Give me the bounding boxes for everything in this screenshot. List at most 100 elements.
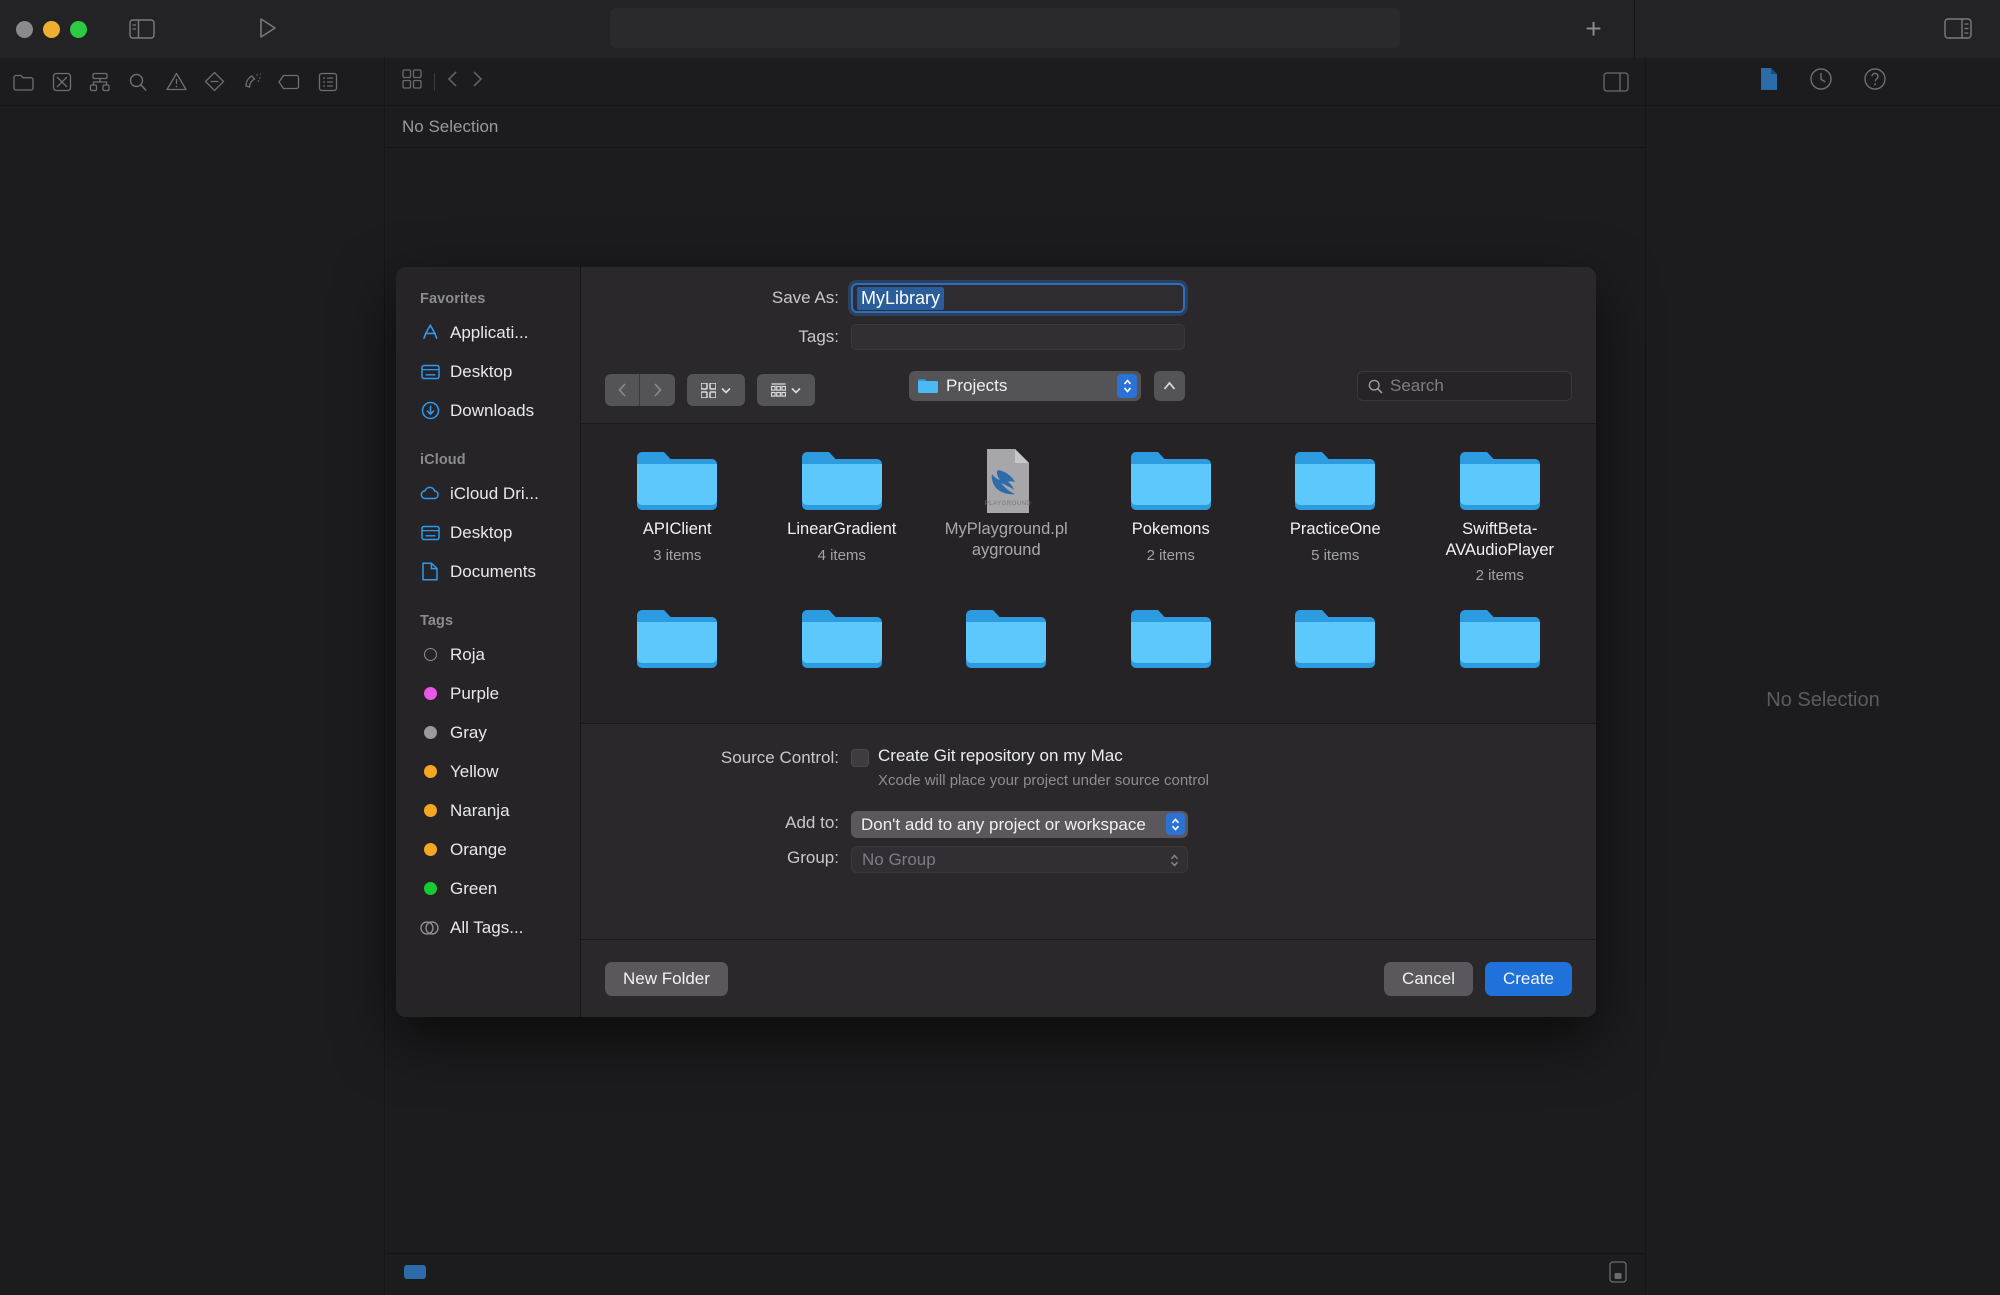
view-mode-button[interactable] — [687, 374, 745, 406]
quick-help-icon[interactable] — [1863, 67, 1887, 96]
sidebar-toggle-icon[interactable] — [129, 19, 155, 39]
sidebar-tag-purple[interactable]: Purple — [396, 674, 580, 713]
create-git-repo-checkbox[interactable] — [851, 749, 869, 767]
go-up-button[interactable] — [1154, 371, 1185, 401]
close-window-button[interactable] — [16, 20, 33, 38]
add-to-stepper[interactable] — [1166, 813, 1185, 835]
file-item[interactable]: LinearGradient 4 items — [760, 448, 925, 584]
file-item[interactable] — [1089, 606, 1254, 670]
file-browser[interactable]: APIClient 3 items LinearGradient 4 items — [581, 423, 1596, 723]
sidebar-item-downloads[interactable]: Downloads — [396, 391, 580, 430]
sidebar-tag-roja[interactable]: Roja — [396, 635, 580, 674]
all-tags-icon — [420, 918, 440, 938]
file-item[interactable]: APIClient 3 items — [595, 448, 760, 584]
sidebar-item-desktop[interactable]: Desktop — [396, 352, 580, 391]
file-item[interactable]: SwiftBeta-AVAudioPlayer 2 items — [1418, 448, 1583, 584]
file-item[interactable]: Pokemons 2 items — [1089, 448, 1254, 584]
folder-icon — [1294, 606, 1376, 670]
editor-options-icon[interactable] — [1603, 72, 1629, 97]
sidebar-item-label: Green — [450, 878, 498, 898]
file-name: SwiftBeta-AVAudioPlayer — [1445, 520, 1555, 559]
tags-row: Tags: — [581, 324, 1596, 350]
folder-icon[interactable] — [10, 69, 38, 95]
create-button[interactable]: Create — [1484, 961, 1572, 996]
add-tab-button[interactable]: + — [1553, 0, 1635, 58]
search-placeholder: Search — [1390, 376, 1444, 395]
location-popup-button[interactable]: Projects — [909, 371, 1141, 401]
dialog-accessory-options: Source Control: Create Git repository on… — [581, 723, 1596, 899]
file-item[interactable] — [924, 606, 1089, 670]
run-button[interactable] — [255, 16, 279, 40]
file-item[interactable] — [760, 606, 925, 670]
tags-input[interactable] — [851, 324, 1185, 350]
breakpoint-icon[interactable] — [276, 69, 304, 95]
downloads-icon — [420, 401, 440, 421]
group-select[interactable]: No Group — [851, 846, 1188, 873]
file-item[interactable] — [1418, 606, 1583, 670]
file-item[interactable]: PracticeOne 5 items — [1253, 448, 1418, 584]
sidebar-item-icloud-desktop[interactable]: Desktop — [396, 513, 580, 552]
inspector-panel: No Selection — [1645, 58, 2000, 1295]
debug-icon[interactable] — [238, 69, 266, 95]
sidebar-item-documents[interactable]: Documents — [396, 552, 580, 591]
location-stepper[interactable] — [1117, 374, 1137, 398]
dialog-search-field[interactable]: Search — [1357, 371, 1572, 401]
sidebar-item-applications[interactable]: Applicati... — [396, 313, 580, 352]
forward-button[interactable] — [640, 374, 675, 406]
file-name: APIClient — [642, 520, 712, 538]
report-icon[interactable] — [314, 69, 342, 95]
divider — [434, 72, 435, 91]
hierarchy-icon[interactable] — [86, 69, 114, 95]
zoom-window-button[interactable] — [70, 20, 87, 38]
save-as-row: Save As: MyLibrary — [581, 283, 1596, 313]
activity-status-bar[interactable] — [610, 8, 1400, 48]
search-icon — [1368, 379, 1383, 394]
source-control-icon[interactable] — [48, 69, 76, 95]
inspector-toggle-icon[interactable] — [1944, 18, 1972, 39]
file-grid: APIClient 3 items LinearGradient 4 items — [581, 424, 1596, 670]
warning-icon[interactable] — [162, 69, 190, 95]
minimize-window-button[interactable] — [43, 20, 60, 38]
file-item[interactable] — [1253, 606, 1418, 670]
back-button[interactable] — [605, 374, 640, 406]
sidebar-item-label: Purple — [450, 683, 500, 703]
sidebar-tag-yellow[interactable]: Yellow — [396, 752, 580, 791]
search-icon[interactable] — [124, 69, 152, 95]
location-label: Projects — [946, 376, 1008, 395]
sidebar-item-label: Desktop — [450, 361, 513, 381]
file-inspector-icon[interactable] — [1759, 67, 1779, 96]
save-as-value: MyLibrary — [857, 286, 945, 310]
editor-jump-bar — [386, 58, 1645, 106]
tag-dot-icon — [420, 684, 440, 704]
chevron-right-icon[interactable] — [471, 70, 483, 93]
file-item[interactable]: PLAYGROUND MyPlayground.playground — [924, 448, 1089, 584]
sidebar-item-label: Applicati... — [450, 322, 529, 342]
save-as-input[interactable]: MyLibrary — [851, 283, 1185, 313]
chevron-left-icon[interactable] — [447, 70, 459, 93]
file-item[interactable] — [595, 606, 760, 670]
group-by-button[interactable] — [757, 374, 815, 406]
add-to-select[interactable]: Don't add to any project or workspace — [851, 811, 1188, 838]
history-inspector-icon[interactable] — [1809, 67, 1833, 96]
sidebar-item-icloud-drive[interactable]: iCloud Dri... — [396, 474, 580, 513]
group-row: Group: No Group — [581, 846, 1596, 873]
group-stepper[interactable] — [1165, 849, 1184, 871]
sidebar-tag-green[interactable]: Green — [396, 869, 580, 908]
cancel-button[interactable]: Cancel — [1384, 961, 1473, 996]
dialog-toolbar: Projects Search — [581, 361, 1596, 423]
dialog-footer: New Folder Cancel Create — [581, 939, 1596, 1017]
filter-tag-icon[interactable] — [404, 1265, 426, 1284]
window-titlebar: + — [0, 0, 2000, 58]
test-icon[interactable] — [200, 69, 228, 95]
sidebar-tag-orange[interactable]: Orange — [396, 830, 580, 869]
add-to-value: Don't add to any project or workspace — [861, 814, 1146, 834]
minimap-toggle-icon[interactable] — [1609, 1261, 1627, 1288]
tag-dot-icon — [420, 723, 440, 743]
sidebar-tag-naranja[interactable]: Naranja — [396, 791, 580, 830]
sidebar-tag-gray[interactable]: Gray — [396, 713, 580, 752]
sidebar-all-tags[interactable]: All Tags... — [396, 908, 580, 947]
navigator-icon-bar — [0, 58, 384, 106]
sidebar-item-label: Orange — [450, 839, 507, 859]
grid-icon[interactable] — [402, 69, 422, 94]
new-folder-button[interactable]: New Folder — [605, 961, 728, 996]
